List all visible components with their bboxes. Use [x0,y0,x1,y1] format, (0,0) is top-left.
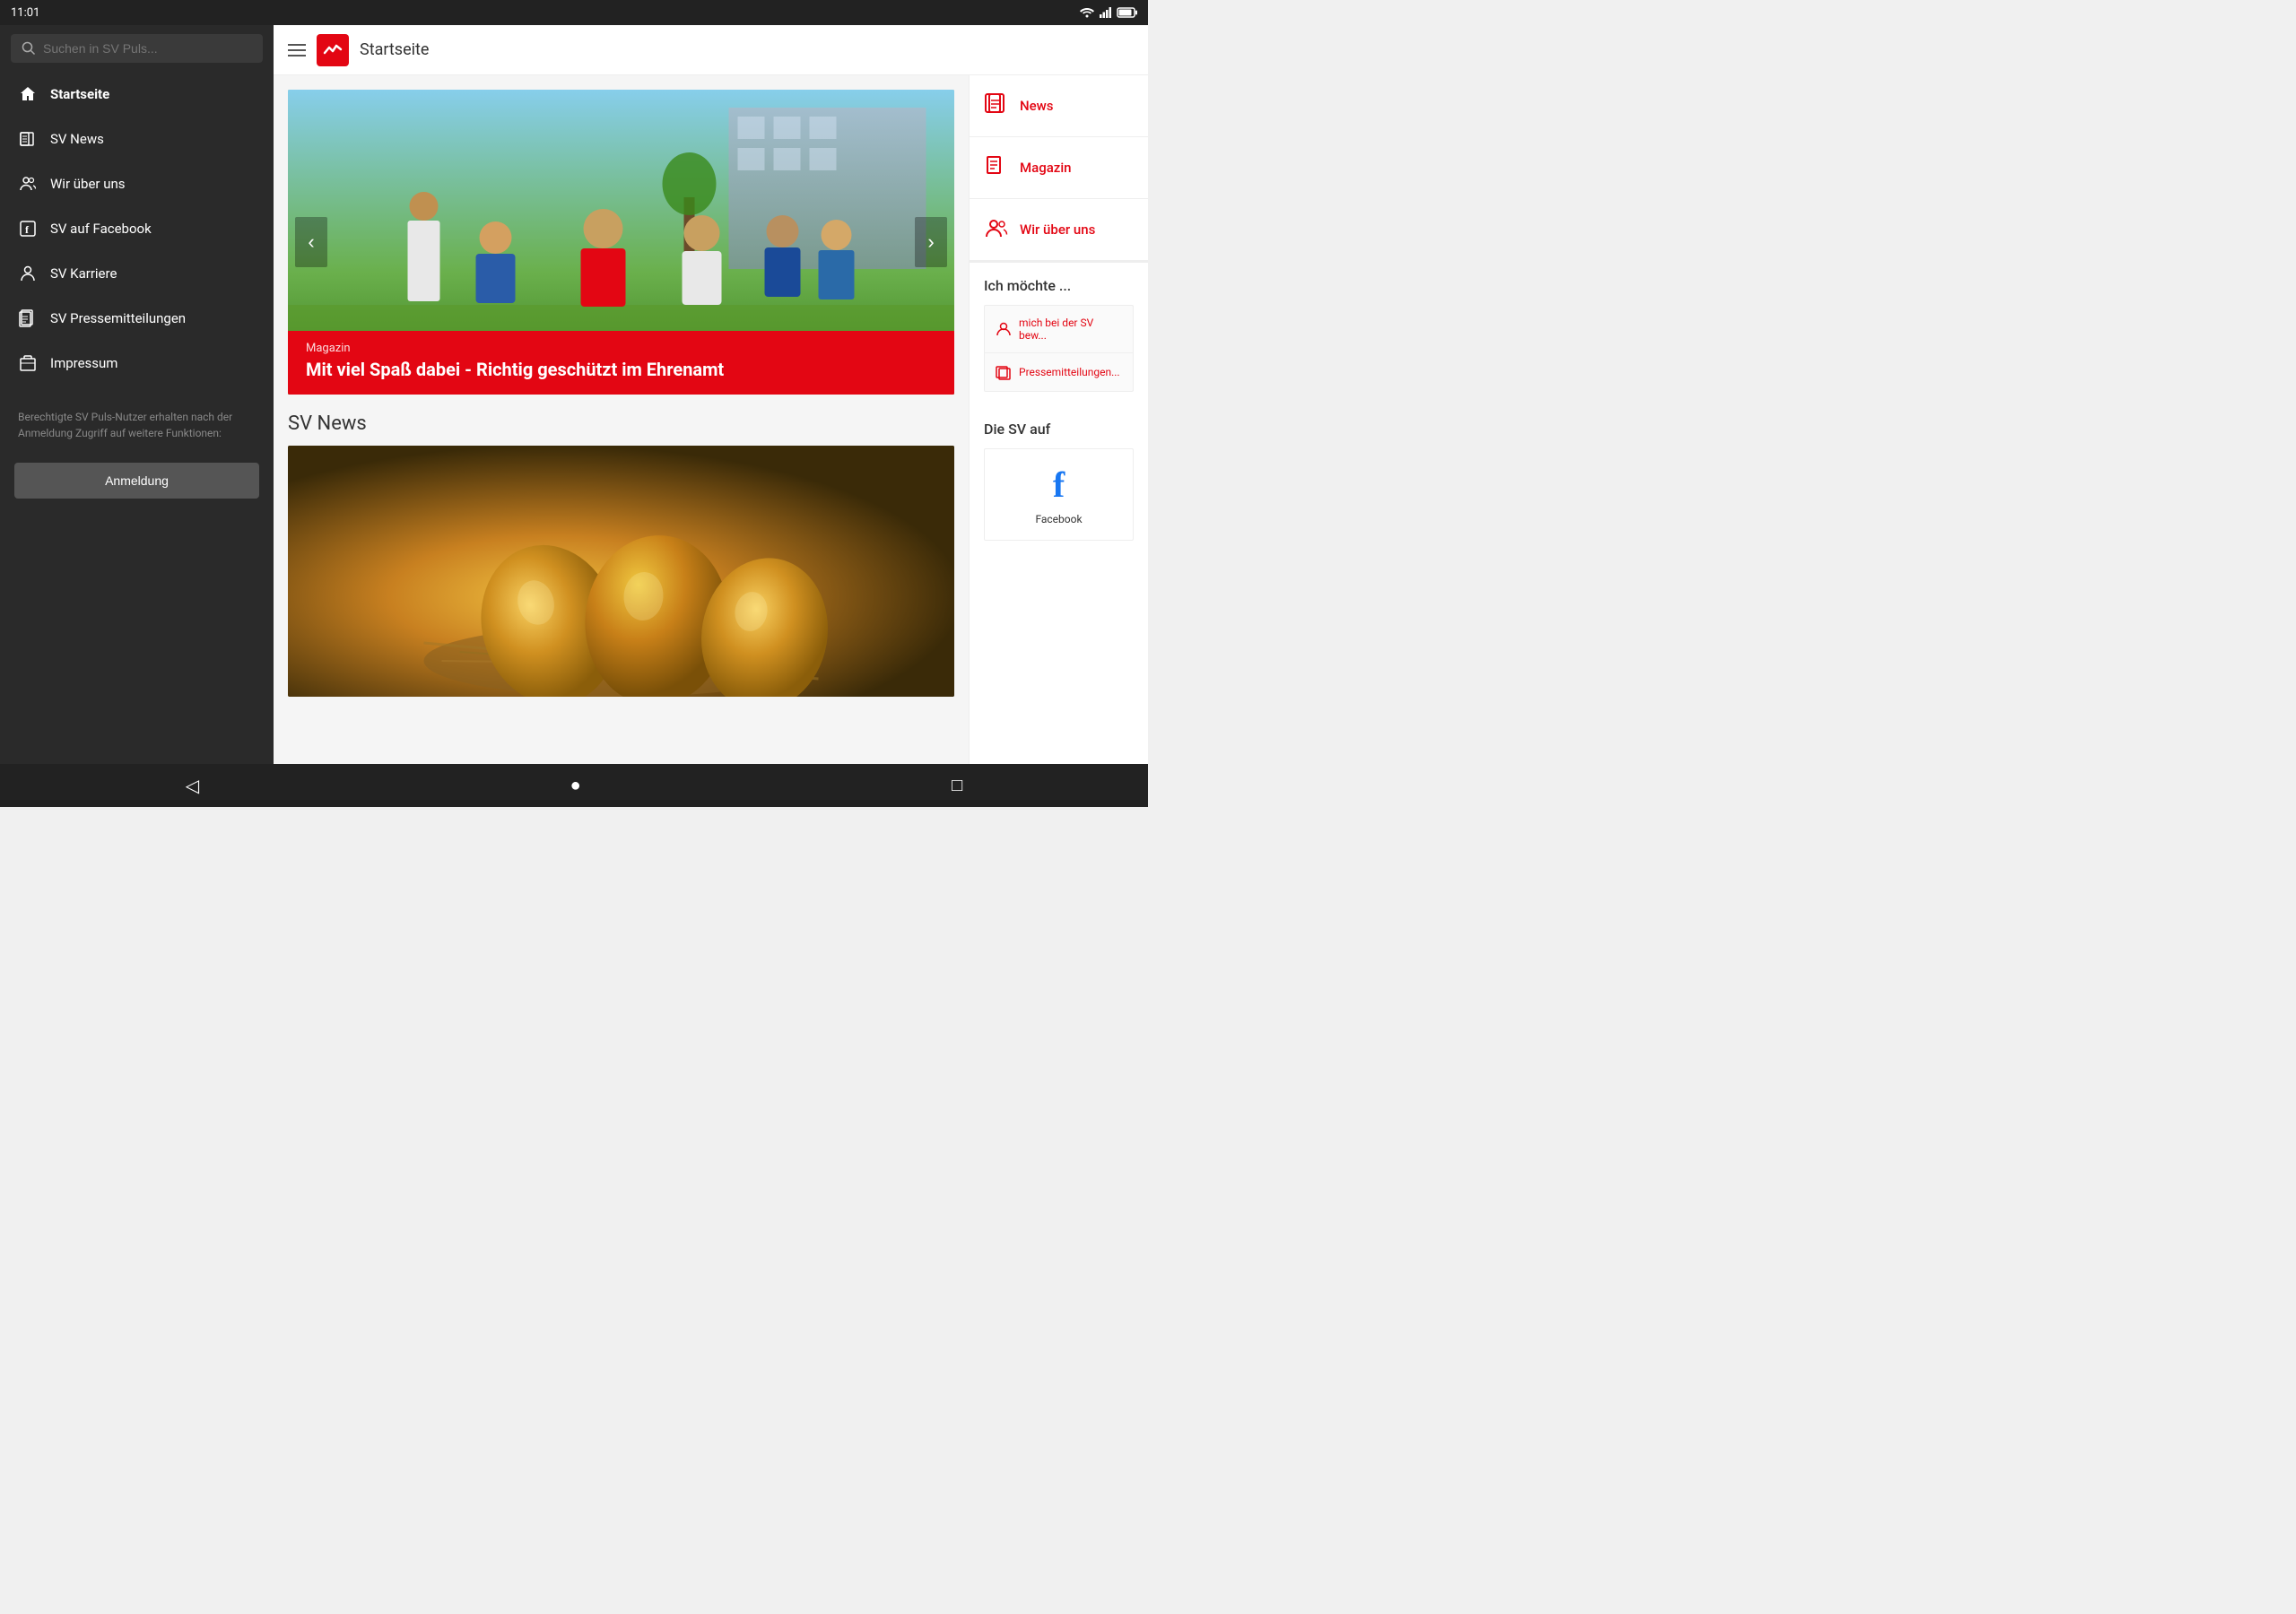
die-sv-section: Die SV auf f Facebook [970,406,1148,555]
right-nav-wir-uber-uns[interactable]: Wir über uns [970,199,1148,261]
battery-icon [1118,7,1137,18]
svg-text:f: f [25,223,30,236]
content-scroll: ‹ › Magazin Mit viel Spaß dabei - Richti… [274,75,1148,764]
pressemitteilungen-icon [996,364,1012,380]
people-icon [18,174,38,194]
wifi-icon [1080,7,1094,18]
sidebar-item-sv-facebook[interactable]: f SV auf Facebook [0,206,274,251]
hero-title: Mit viel Spaß dabei - Richtig geschützt … [306,359,936,380]
people-circle-icon [984,215,1009,244]
ich-mochte-card: mich bei der SV bew... Pressemitteilunge… [984,305,1134,392]
facebook-f-logo: f [1053,464,1065,506]
search-input[interactable] [43,41,252,56]
status-bar: 11:01 [0,0,1148,25]
brand-logo [317,34,349,66]
search-bar[interactable] [11,34,263,63]
center-content: ‹ › Magazin Mit viel Spaß dabei - Richti… [274,75,969,764]
sidebar-nav: Startseite SV News [0,72,274,386]
page-title: Startseite [360,40,429,59]
magazin-label: Magazin [1020,160,1072,176]
sv-news-section-title: SV News [274,395,969,446]
news-image-eggs [288,446,954,697]
ich-mochte-title: Ich möchte ... [984,277,1134,294]
news-doc-icon [984,91,1009,120]
right-sidebar: News Magazin [969,75,1148,764]
hamburger-menu[interactable] [288,44,306,56]
bottom-nav: ◁ ● □ [0,764,1148,807]
right-nav-magazin[interactable]: Magazin [970,137,1148,199]
sidebar-item-startseite[interactable]: Startseite [0,72,274,117]
magazin-doc-icon [984,153,1009,182]
home-icon [18,84,38,104]
recents-button[interactable]: □ [930,768,984,803]
facebook-label: Facebook [1035,513,1082,525]
sidebar-item-sv-pressemitteilungen[interactable]: SV Pressemitteilungen [0,296,274,341]
newspaper-icon [18,129,38,149]
sidebar-item-sv-karriere[interactable]: SV Karriere [0,251,274,296]
box-icon [18,353,38,373]
main-content: Startseite [274,25,1148,764]
carousel-next-button[interactable]: › [915,217,947,267]
ich-mochte-section: Ich möchte ... mich bei der SV bew... [970,261,1148,406]
sidebar-item-impressum[interactable]: Impressum [0,341,274,386]
die-sv-title: Die SV auf [984,421,1134,438]
news-image-container[interactable] [288,446,954,697]
sidebar-item-wir-uber-uns[interactable]: Wir über uns [0,161,274,206]
document-icon [18,308,38,328]
app-body: Startseite SV News [0,25,1148,764]
hero-category: Magazin [306,342,936,355]
hero-caption: Magazin Mit viel Spaß dabei - Richtig ge… [288,331,954,395]
back-button[interactable]: ◁ [164,768,221,804]
anmeldung-button[interactable]: Anmeldung [14,463,259,499]
person-icon [18,264,38,283]
signal-icon [1100,7,1112,18]
bewerben-icon [996,321,1012,337]
sidebar-info: Berechtigte SV Puls-Nutzer erhalten nach… [0,395,274,456]
ich-mochte-bewerben[interactable]: mich bei der SV bew... [985,306,1133,353]
facebook-icon: f [18,219,38,239]
top-bar: Startseite [274,25,1148,75]
wir-uber-uns-label: Wir über uns [1020,221,1095,238]
ich-mochte-pressemitteilungen[interactable]: Pressemitteilungen... [985,353,1133,391]
news-label: News [1020,98,1054,114]
sidebar-item-sv-news[interactable]: SV News [0,117,274,161]
status-icons [1080,7,1137,18]
sidebar: Startseite SV News [0,25,274,764]
hero-carousel: ‹ › Magazin Mit viel Spaß dabei - Richti… [288,90,954,395]
eggs-svg [288,446,954,697]
status-time: 11:01 [11,6,39,20]
facebook-card[interactable]: f Facebook [984,448,1134,541]
right-nav-news[interactable]: News [970,75,1148,137]
search-icon [22,41,36,56]
carousel-prev-button[interactable]: ‹ [295,217,327,267]
home-button[interactable]: ● [549,768,603,803]
